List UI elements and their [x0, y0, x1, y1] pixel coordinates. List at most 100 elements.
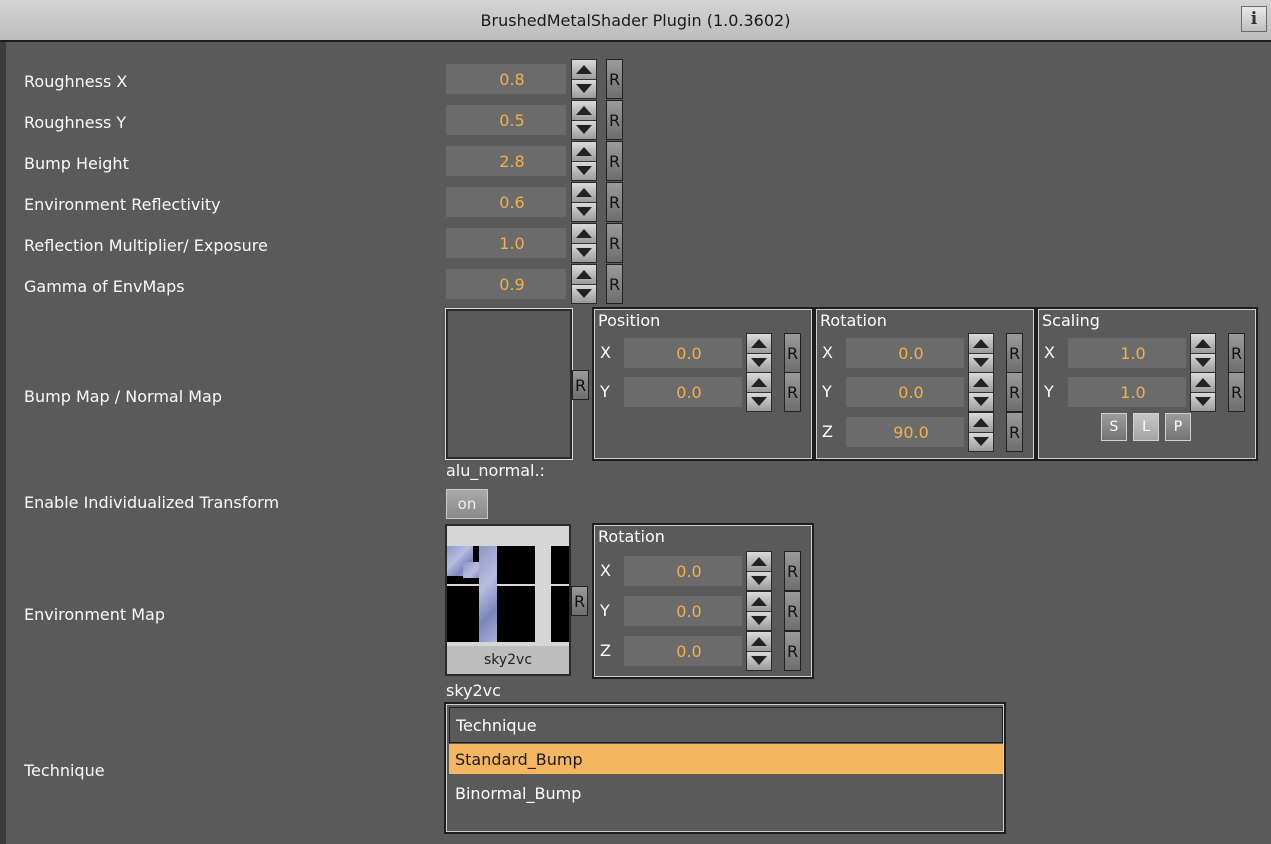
step-down-icon[interactable] — [747, 611, 771, 630]
scale-p-button[interactable]: P — [1165, 413, 1191, 441]
env-rotation-x-field[interactable]: 0.0 — [624, 556, 742, 586]
axis-label-x: X — [1044, 343, 1055, 362]
bump-height-field[interactable]: 2.8 — [446, 146, 566, 176]
step-down-icon[interactable] — [572, 243, 596, 262]
rotation-z-stepper[interactable] — [968, 412, 994, 452]
step-down-icon[interactable] — [1191, 353, 1215, 372]
axis-label-y: Y — [600, 601, 610, 620]
env-rotation-x-stepper[interactable] — [746, 551, 772, 591]
step-up-icon[interactable] — [572, 101, 596, 121]
step-down-icon[interactable] — [1191, 392, 1215, 411]
roughness-y-reset-button[interactable]: R — [606, 100, 623, 140]
info-icon[interactable]: i — [1241, 6, 1267, 32]
step-up-icon[interactable] — [572, 224, 596, 244]
rotation-x-field[interactable]: 0.0 — [846, 338, 964, 368]
position-y-stepper[interactable] — [746, 372, 772, 412]
environment-reflectivity-field[interactable]: 0.6 — [446, 187, 566, 217]
reflection-multiplier-stepper[interactable] — [571, 223, 597, 263]
roughness-x-stepper[interactable] — [571, 59, 597, 99]
step-up-icon[interactable] — [572, 265, 596, 285]
technique-option-standard-bump[interactable]: Standard_Bump — [449, 744, 1003, 774]
rotation-x-stepper[interactable] — [968, 333, 994, 373]
step-up-icon[interactable] — [572, 60, 596, 80]
step-down-icon[interactable] — [572, 79, 596, 98]
step-down-icon[interactable] — [572, 202, 596, 221]
position-y-field[interactable]: 0.0 — [624, 377, 742, 407]
step-down-icon[interactable] — [969, 432, 993, 451]
step-down-icon[interactable] — [572, 161, 596, 180]
scaling-x-stepper[interactable] — [1190, 333, 1216, 373]
step-up-icon[interactable] — [747, 373, 771, 393]
bump-map-thumbnail[interactable] — [445, 308, 573, 460]
env-rotation-y-reset-button[interactable]: R — [784, 591, 801, 631]
scaling-y-stepper[interactable] — [1190, 372, 1216, 412]
rotation-y-reset-button[interactable]: R — [1006, 372, 1023, 412]
step-down-icon[interactable] — [747, 571, 771, 590]
scale-l-button[interactable]: L — [1133, 413, 1159, 441]
scaling-x-field[interactable]: 1.0 — [1068, 338, 1186, 368]
step-down-icon[interactable] — [572, 284, 596, 303]
rotation-y-stepper[interactable] — [968, 372, 994, 412]
roughness-y-field[interactable]: 0.5 — [446, 105, 566, 135]
step-up-icon[interactable] — [747, 592, 771, 612]
environment-map-reset-button[interactable]: R — [571, 586, 588, 616]
step-up-icon[interactable] — [1191, 334, 1215, 354]
env-rotation-y-field[interactable]: 0.0 — [624, 596, 742, 626]
step-up-icon[interactable] — [747, 632, 771, 652]
step-down-icon[interactable] — [747, 392, 771, 411]
reflection-multiplier-field[interactable]: 1.0 — [446, 228, 566, 258]
environment-reflectivity-stepper[interactable] — [571, 182, 597, 222]
roughness-x-reset-button[interactable]: R — [606, 59, 623, 99]
gamma-envmaps-stepper[interactable] — [571, 264, 597, 304]
step-up-icon[interactable] — [572, 183, 596, 203]
step-down-icon[interactable] — [969, 353, 993, 372]
rotation-z-field[interactable]: 90.0 — [846, 417, 964, 447]
position-y-reset-button[interactable]: R — [784, 372, 801, 412]
step-down-icon[interactable] — [747, 353, 771, 372]
bump-height-stepper[interactable] — [571, 141, 597, 181]
individualized-transform-toggle[interactable]: on — [446, 489, 488, 519]
technique-label: Technique — [24, 761, 105, 780]
roughness-x-field[interactable]: 0.8 — [446, 64, 566, 94]
roughness-y-stepper[interactable] — [571, 100, 597, 140]
step-down-icon[interactable] — [747, 651, 771, 670]
left-edge-divider — [0, 42, 6, 844]
env-rotation-z-reset-button[interactable]: R — [784, 631, 801, 671]
position-x-reset-button[interactable]: R — [784, 333, 801, 373]
step-down-icon[interactable] — [969, 392, 993, 411]
step-up-icon[interactable] — [969, 334, 993, 354]
axis-label-y: Y — [822, 382, 832, 401]
step-up-icon[interactable] — [1191, 373, 1215, 393]
environment-reflectivity-reset-button[interactable]: R — [606, 182, 623, 222]
environment-map-thumbnail[interactable]: sky2vc — [445, 524, 571, 676]
step-up-icon[interactable] — [572, 142, 596, 162]
position-x-field[interactable]: 0.0 — [624, 338, 742, 368]
step-up-icon[interactable] — [969, 413, 993, 433]
reflection-multiplier-reset-button[interactable]: R — [606, 223, 623, 263]
env-rotation-x-reset-button[interactable]: R — [784, 551, 801, 591]
step-down-icon[interactable] — [572, 120, 596, 139]
technique-listbox[interactable]: Technique Standard_Bump Binormal_Bump — [444, 702, 1006, 834]
rotation-x-reset-button[interactable]: R — [1006, 333, 1023, 373]
env-rotation-z-field[interactable]: 0.0 — [624, 636, 742, 666]
rotation-z-reset-button[interactable]: R — [1006, 412, 1023, 452]
step-up-icon[interactable] — [747, 552, 771, 572]
rotation-y-field[interactable]: 0.0 — [846, 377, 964, 407]
bump-rotation-panel: Rotation X 0.0 R Y 0.0 R Z 90.0 R — [814, 307, 1036, 461]
position-x-stepper[interactable] — [746, 333, 772, 373]
scaling-y-reset-button[interactable]: R — [1228, 372, 1245, 412]
step-up-icon[interactable] — [747, 334, 771, 354]
scale-s-button[interactable]: S — [1101, 413, 1127, 441]
technique-option-binormal-bump[interactable]: Binormal_Bump — [449, 778, 1003, 808]
gamma-envmaps-field[interactable]: 0.9 — [446, 269, 566, 299]
env-rotation-z-stepper[interactable] — [746, 631, 772, 671]
bump-map-reset-button[interactable]: R — [572, 370, 589, 400]
panel-title: Rotation — [820, 311, 887, 330]
environment-map-label: Environment Map — [24, 605, 166, 624]
gamma-envmaps-reset-button[interactable]: R — [606, 264, 623, 304]
env-rotation-y-stepper[interactable] — [746, 591, 772, 631]
scaling-x-reset-button[interactable]: R — [1228, 333, 1245, 373]
bump-height-reset-button[interactable]: R — [606, 141, 623, 181]
scaling-y-field[interactable]: 1.0 — [1068, 377, 1186, 407]
step-up-icon[interactable] — [969, 373, 993, 393]
